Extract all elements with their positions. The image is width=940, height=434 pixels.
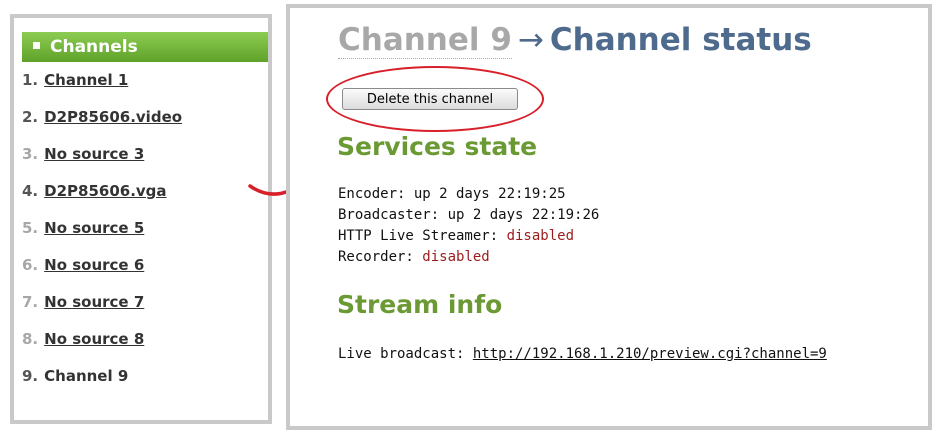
channel-number: 2. [22,108,39,126]
sidebar-item-channel-8[interactable]: 8. No source 8 [22,327,144,351]
stream-info-heading: Stream info [337,290,503,319]
services-state-heading: Services state [337,132,538,161]
service-encoder: Encoder: up 2 days 22:19:25 [338,184,566,204]
channel-link[interactable]: D2P85606.vga [44,182,166,200]
channel-number: 9. [22,367,39,382]
live-broadcast-row: Live broadcast: http://192.168.1.210/pre… [338,344,827,364]
service-recorder: Recorder: disabled [338,247,490,267]
channels-header: Channels [22,32,268,62]
highlight-ellipse [326,66,544,132]
service-value: up 2 days 22:19:25 [413,186,566,202]
service-label: HTTP Live Streamer: [338,228,507,244]
channel-number: 1. [22,71,39,89]
live-broadcast-label: Live broadcast: [338,346,473,362]
channel-number: 4. [22,182,39,200]
channel-number: 3. [22,145,39,163]
page-title-label: Channel status [549,22,812,58]
service-label: Encoder: [338,186,414,202]
sidebar-item-channel-4[interactable]: 4. D2P85606.vga [22,179,167,203]
channel-link[interactable]: No source 5 [44,219,144,237]
channel-link[interactable]: No source 6 [44,256,144,274]
breadcrumb-arrow-icon: → [517,22,544,58]
page-title: Channel 9 → Channel status [338,22,812,59]
sidebar-item-channel-9[interactable]: 9. Channel 9 [22,364,128,382]
sidebar-item-channel-1[interactable]: 1. Channel 1 [22,68,128,92]
channel-number: 8. [22,330,39,348]
sidebar-item-channel-5[interactable]: 5. No source 5 [22,216,144,240]
breadcrumb-channel-link[interactable]: Channel 9 [338,22,512,59]
channel-status-panel: Channel 9 → Channel status Delete this cha… [286,4,932,430]
sidebar-item-channel-7[interactable]: 7. No source 7 [22,290,144,314]
service-value: disabled [422,249,490,265]
service-label: Recorder: [338,249,423,265]
service-value: up 2 days 22:19:26 [447,207,600,223]
service-http-live-streamer: HTTP Live Streamer: disabled [338,226,574,246]
channel-link[interactable]: Channel 9 [44,367,128,382]
channel-link[interactable]: No source 7 [44,293,144,311]
channel-link[interactable]: D2P85606.video [44,108,182,126]
sidebar-item-channel-3[interactable]: 3. No source 3 [22,142,144,166]
live-broadcast-link[interactable]: http://192.168.1.210/preview.cgi?channel… [473,346,827,362]
sidebar-item-channel-2[interactable]: 2. D2P85606.video [22,105,182,129]
service-broadcaster: Broadcaster: up 2 days 22:19:26 [338,205,599,225]
square-bullet-icon [33,41,40,49]
channel-link[interactable]: No source 3 [44,145,144,163]
channel-link[interactable]: No source 8 [44,330,144,348]
channel-link[interactable]: Channel 1 [44,71,128,89]
channels-header-label: Channels [50,37,138,57]
service-value: disabled [506,228,575,244]
channel-number: 6. [22,256,39,274]
sidebar-item-channel-6[interactable]: 6. No source 6 [22,253,144,277]
service-label: Broadcaster: [338,207,448,223]
channel-number: 7. [22,293,39,311]
channels-sidebar: Channels 1. Channel 1 2. D2P85606.video 3.… [10,14,272,424]
channel-number: 5. [22,219,39,237]
